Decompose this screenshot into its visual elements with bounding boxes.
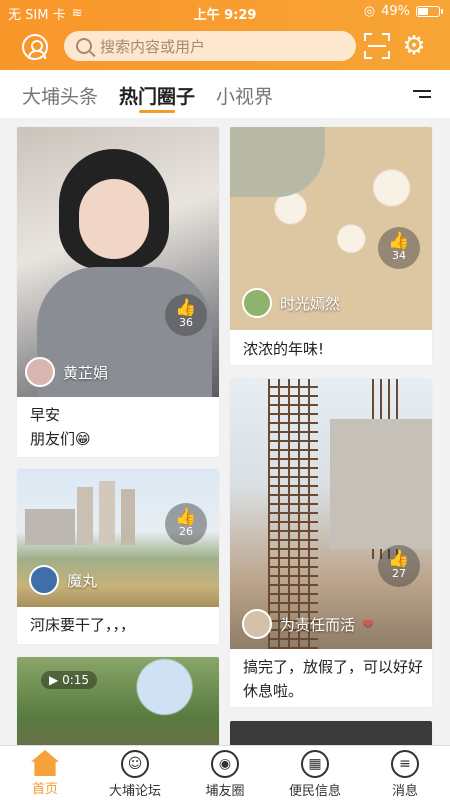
- avatar: [25, 357, 55, 387]
- like-count: 27: [392, 567, 406, 580]
- battery-percent: 49%: [381, 4, 410, 19]
- thumbs-up-icon: 👍: [175, 298, 197, 318]
- like-count: 26: [179, 525, 193, 538]
- post-card[interactable]: 👍 27 为责任而活 ❤ 搞完了，放假了，可以好好 休息啦。: [229, 378, 433, 708]
- like-count: 34: [392, 249, 406, 262]
- like-button[interactable]: 👍 34: [378, 227, 420, 269]
- like-button[interactable]: 👍 27: [378, 545, 420, 587]
- profile-icon[interactable]: [22, 34, 48, 60]
- grid-icon: ▦: [301, 750, 329, 778]
- bottom-navigation: 首页 ☺ 大埔论坛 ◉ 埔友圈 ▦ 便民信息 ≡ 消息: [0, 745, 450, 800]
- post-author[interactable]: 时光嫣然: [242, 288, 340, 318]
- tab-hot-circle[interactable]: 热门圈子: [119, 82, 195, 109]
- nav-messages[interactable]: ≡ 消息: [360, 750, 450, 799]
- post-feed[interactable]: 👍 36 黄芷娟 早安 朋友们😁 👍 34 时光嫣然 浓浓的年味! 👍 26 魔…: [0, 118, 450, 745]
- post-author[interactable]: 黄芷娟: [25, 357, 108, 387]
- avatar: [29, 565, 59, 595]
- app-header: 无 SIM 卡 ≋ 上午 9:29 ◎ 49% 搜索内容或用户 ⚙: [0, 0, 450, 70]
- tab-bar: 大埔头条 热门圈子 小视界: [0, 70, 450, 118]
- home-icon: [31, 750, 59, 776]
- tab-small-vision[interactable]: 小视界: [216, 82, 273, 109]
- nav-home[interactable]: 首页: [0, 750, 90, 797]
- menu-icon[interactable]: [413, 90, 431, 102]
- author-name: 魔丸: [67, 571, 98, 590]
- thumbs-up-icon: 👍: [175, 507, 197, 527]
- post-card[interactable]: 👍 36 黄芷娟 早安 朋友们😁: [16, 126, 220, 458]
- author-name: 时光嫣然: [280, 294, 341, 313]
- author-name: 黄芷娟: [63, 363, 109, 382]
- orientation-lock-icon: ◎: [363, 4, 376, 19]
- search-icon: [76, 38, 92, 54]
- post-author[interactable]: 为责任而活 ❤: [242, 609, 373, 639]
- search-placeholder: 搜索内容或用户: [100, 37, 206, 56]
- heart-icon: ❤: [363, 617, 374, 631]
- post-card[interactable]: [229, 720, 433, 745]
- status-bar: 无 SIM 卡 ≋ 上午 9:29 ◎ 49%: [0, 0, 450, 24]
- forum-icon: ☺: [121, 750, 149, 778]
- tab-toutiao[interactable]: 大埔头条: [22, 82, 98, 109]
- message-icon: ≡: [391, 750, 419, 778]
- avatar: [242, 288, 272, 318]
- post-caption: 河床要干了，，，: [30, 616, 136, 634]
- active-tab-indicator: [139, 110, 175, 113]
- author-name: 为责任而活: [280, 615, 356, 634]
- post-card[interactable]: 👍 34 时光嫣然 浓浓的年味!: [229, 126, 433, 366]
- eye-icon: ◉: [211, 750, 239, 778]
- gear-icon[interactable]: ⚙: [401, 33, 427, 59]
- nav-forum[interactable]: ☺ 大埔论坛: [90, 750, 180, 799]
- play-icon: ▶: [49, 673, 59, 687]
- video-duration-badge: ▶ 0:15: [41, 671, 98, 689]
- thumbs-up-icon: 👍: [388, 231, 410, 251]
- thumbs-up-icon: 👍: [388, 549, 410, 569]
- nav-friends-circle[interactable]: ◉ 埔友圈: [180, 750, 270, 799]
- post-caption: 早安 朋友们😁: [30, 406, 91, 448]
- like-button[interactable]: 👍 26: [165, 503, 207, 545]
- post-caption: 浓浓的年味!: [243, 340, 325, 358]
- like-count: 36: [179, 316, 193, 329]
- search-input[interactable]: 搜索内容或用户: [64, 31, 356, 61]
- nav-convenience-info[interactable]: ▦ 便民信息: [270, 750, 360, 799]
- post-card[interactable]: ▶ 0:15: [16, 656, 220, 745]
- post-author[interactable]: 魔丸: [29, 565, 97, 595]
- post-card[interactable]: 👍 26 魔丸 河床要干了，，，: [16, 468, 220, 645]
- post-caption: 搞完了，放假了，可以好好 休息啦。: [243, 658, 424, 700]
- scan-icon[interactable]: [364, 33, 390, 59]
- battery-icon: [416, 6, 443, 17]
- avatar: [242, 609, 272, 639]
- like-button[interactable]: 👍 36: [165, 294, 207, 336]
